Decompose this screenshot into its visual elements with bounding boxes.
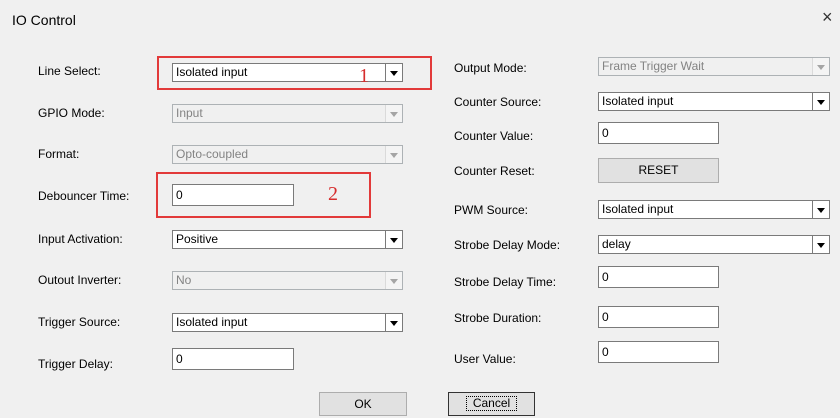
chevron-down-icon: [812, 58, 829, 75]
output-mode-dropdown: Frame Trigger Wait: [598, 57, 830, 76]
chevron-down-icon[interactable]: [385, 314, 402, 331]
output-mode-value: Frame Trigger Wait: [602, 59, 705, 73]
output-inverter-value: No: [176, 273, 192, 287]
strobe-delay-time-input[interactable]: 0: [598, 266, 719, 288]
chevron-down-icon[interactable]: [385, 231, 402, 248]
strobe-duration-label: Strobe Duration:: [454, 311, 542, 325]
chevron-down-icon[interactable]: [812, 236, 829, 253]
strobe-delay-mode-label: Strobe Delay Mode:: [454, 238, 561, 252]
pwm-source-dropdown[interactable]: Isolated input: [598, 200, 830, 219]
trigger-source-label: Trigger Source:: [38, 315, 121, 329]
trigger-source-value: Isolated input: [176, 315, 248, 329]
strobe-duration-input[interactable]: 0: [598, 306, 719, 328]
counter-source-dropdown[interactable]: Isolated input: [598, 92, 830, 111]
chevron-down-icon: [385, 146, 402, 163]
gpio-mode-label: GPIO Mode:: [38, 106, 105, 120]
chevron-down-icon[interactable]: [812, 93, 829, 110]
user-value-input[interactable]: 0: [598, 341, 719, 363]
trigger-source-dropdown[interactable]: Isolated input: [172, 313, 403, 332]
strobe-delay-mode-dropdown[interactable]: delay: [598, 235, 830, 254]
chevron-down-icon: [385, 272, 402, 289]
gpio-mode-value: Input: [176, 106, 203, 120]
trigger-delay-label: Trigger Delay:: [38, 357, 113, 371]
format-label: Format:: [38, 147, 80, 161]
pwm-source-label: PWM Source:: [454, 203, 529, 217]
debouncer-time-label: Debouncer Time:: [38, 189, 130, 203]
output-inverter-label: Outout Inverter:: [38, 273, 122, 287]
annotation-box-2: [156, 172, 371, 218]
reset-button[interactable]: RESET: [598, 158, 719, 183]
cancel-button[interactable]: Cancel: [448, 392, 535, 416]
input-activation-dropdown[interactable]: Positive: [172, 230, 403, 249]
chevron-down-icon[interactable]: [812, 201, 829, 218]
output-inverter-dropdown: No: [172, 271, 403, 290]
counter-value-input[interactable]: 0: [598, 122, 719, 144]
format-dropdown: Opto-coupled: [172, 145, 403, 164]
input-activation-label: Input Activation:: [38, 232, 123, 246]
counter-value-label: Counter Value:: [454, 129, 534, 143]
annotation-number-1: 1: [359, 65, 369, 87]
format-value: Opto-coupled: [176, 147, 249, 161]
input-activation-value: Positive: [176, 232, 219, 246]
line-select-label: Line Select:: [38, 64, 101, 78]
pwm-source-value: Isolated input: [602, 202, 674, 216]
strobe-delay-time-label: Strobe Delay Time:: [454, 275, 557, 289]
chevron-down-icon: [385, 105, 402, 122]
user-value-label: User Value:: [454, 352, 516, 366]
ok-button[interactable]: OK: [319, 392, 407, 416]
trigger-delay-input[interactable]: 0: [172, 348, 294, 370]
counter-reset-label: Counter Reset:: [454, 164, 535, 178]
dialog-title: IO Control: [12, 12, 76, 28]
gpio-mode-dropdown: Input: [172, 104, 403, 123]
annotation-box-1: [157, 56, 432, 90]
counter-source-label: Counter Source:: [454, 95, 542, 109]
close-icon[interactable]: ×: [822, 8, 833, 26]
annotation-number-2: 2: [328, 183, 338, 205]
counter-source-value: Isolated input: [602, 94, 674, 108]
strobe-delay-mode-value: delay: [602, 237, 631, 251]
cancel-button-label: Cancel: [465, 396, 518, 411]
output-mode-label: Output Mode:: [454, 61, 527, 75]
